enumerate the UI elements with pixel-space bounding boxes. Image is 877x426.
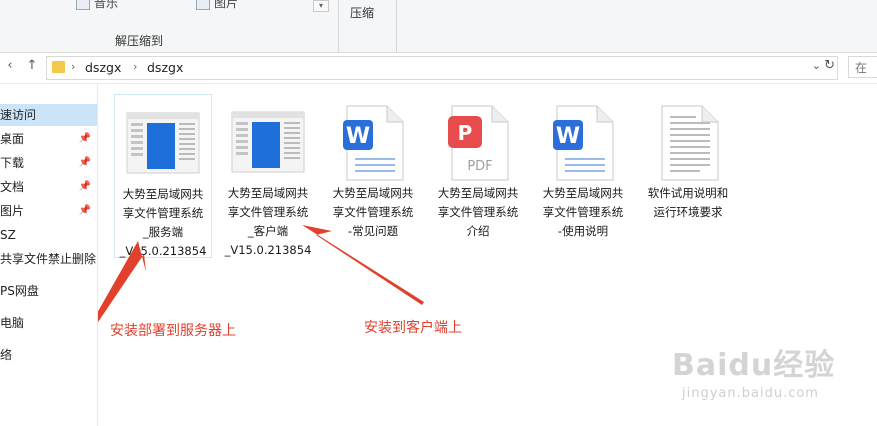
file-item-manual-doc[interactable]: W 大势至局域网共 享文件管理系统 -使用说明 (535, 94, 631, 238)
ribbon: 音乐 图片 ▾ 解压缩到 压缩 (0, 0, 877, 53)
sidebar-item-label: 桌面 (0, 132, 25, 146)
pictures-icon (196, 0, 210, 10)
word-document-icon: W (343, 105, 404, 181)
word-document-icon: W (553, 105, 614, 181)
sidebar-item-this-pc[interactable]: 电脑 (0, 312, 97, 334)
ribbon-item-music[interactable]: 音乐 (76, 0, 118, 11)
file-name-line: -常见问题 (347, 224, 399, 238)
file-name-line: 软件试用说明和 (647, 186, 729, 200)
sidebar-item-documents[interactable]: 文档 📌 (0, 176, 97, 198)
navigation-pane: 速访问 桌面 📌 下载 📌 文档 📌 图片 📌 SZ 共享文件禁止删除 PS网盘… (0, 84, 98, 426)
refresh-icon[interactable]: ↻ (824, 58, 835, 73)
sidebar-item-label: 共享文件禁止删除 (0, 252, 97, 266)
file-name-line: -使用说明 (557, 224, 609, 238)
ribbon-group-extract: 解压缩到 (115, 34, 164, 48)
file-item-intro-pdf[interactable]: P PDF 大势至局域网共 享文件管理系统 介绍 (430, 94, 526, 238)
file-name-line: 大势至局域网共 (122, 187, 204, 201)
up-arrow-icon[interactable]: ↑ (24, 58, 40, 73)
address-dropdown-icon[interactable]: ⌄ (812, 59, 821, 72)
ribbon-separator (396, 0, 397, 52)
application-icon (231, 111, 305, 173)
file-name: 软件试用说明和 运行环境要求 (640, 184, 736, 222)
pin-icon: 📌 (78, 133, 91, 144)
file-name-line: 大势至局域网共 (437, 186, 519, 200)
sidebar-item-downloads[interactable]: 下载 📌 (0, 152, 97, 174)
sidebar-item-label: 文档 (0, 180, 25, 194)
sidebar-item-quick-access[interactable]: 速访问 (0, 104, 97, 126)
address-bar[interactable]: › dszgx › dszgx ⌄ ↻ (46, 56, 838, 80)
file-name-line: _客户端 (247, 224, 289, 238)
watermark-logo: Baidu经验 (672, 348, 836, 383)
sidebar-item-label: 络 (0, 348, 13, 362)
file-item-requirements-txt[interactable]: 软件试用说明和 运行环境要求 (640, 94, 736, 224)
file-name: 大势至局域网共 享文件管理系统 _客户端 _V15.0.213854 (220, 184, 316, 260)
file-name: 大势至局域网共 享文件管理系统 介绍 (430, 184, 526, 241)
text-document-icon (661, 105, 719, 181)
file-name: 大势至局域网共 享文件管理系统 -使用说明 (535, 184, 631, 241)
ribbon-group-compress[interactable]: 压缩 (350, 4, 374, 21)
svg-text:W: W (346, 124, 370, 149)
file-name: 大势至局域网共 享文件管理系统 _服务端 _V15.0.213854 (115, 185, 211, 261)
back-chevron-icon[interactable]: ‹ (2, 58, 18, 73)
sidebar-item-sz[interactable]: SZ (0, 224, 97, 246)
sidebar-item-shared-folder[interactable]: 共享文件禁止删除 (0, 248, 97, 270)
breadcrumb-chevron-icon[interactable]: › (133, 60, 137, 73)
music-icon (76, 0, 90, 10)
navigation-bar: ‹ ↑ › dszgx › dszgx ⌄ ↻ 在 (0, 53, 877, 84)
folder-icon (52, 61, 65, 73)
sidebar-item-label: PS网盘 (0, 284, 39, 298)
sidebar-item-desktop[interactable]: 桌面 📌 (0, 128, 97, 150)
file-name: 大势至局域网共 享文件管理系统 -常见问题 (325, 184, 421, 241)
sidebar-item-label: 图片 (0, 204, 25, 218)
ribbon-separator (338, 0, 339, 52)
file-item-faq-doc[interactable]: W 大势至局域网共 享文件管理系统 -常见问题 (325, 94, 421, 238)
file-item-client-installer[interactable]: 大势至局域网共 享文件管理系统 _客户端 _V15.0.213854 (220, 94, 316, 257)
file-name-line: 享文件管理系统 (122, 206, 204, 220)
file-name-line: 享文件管理系统 (332, 205, 414, 219)
annotation-server-label: 安装部署到服务器上 (110, 323, 236, 339)
file-name-line: 大势至局域网共 (227, 186, 309, 200)
sidebar-item-label: SZ (0, 228, 16, 242)
sidebar-item-network[interactable]: 络 (0, 344, 97, 366)
file-name-line: 介绍 (466, 224, 490, 238)
sidebar-item-label: 速访问 (0, 108, 37, 122)
svg-text:PDF: PDF (467, 159, 492, 174)
svg-text:P: P (458, 121, 473, 145)
pin-icon: 📌 (78, 205, 91, 216)
file-name-line: 大势至局域网共 (542, 186, 624, 200)
file-name-line: _V15.0.213854 (224, 243, 312, 257)
file-item-server-installer[interactable]: 大势至局域网共 享文件管理系统 _服务端 _V15.0.213854 (114, 94, 212, 258)
ribbon-more-button[interactable]: ▾ (313, 0, 329, 12)
pin-icon: 📌 (78, 157, 91, 168)
pdf-document-icon: P PDF (448, 105, 509, 181)
sidebar-item-pictures[interactable]: 图片 📌 (0, 200, 97, 222)
ribbon-item-pictures-label: 图片 (214, 0, 239, 10)
sidebar-item-label: 电脑 (0, 316, 25, 330)
breadcrumb-item[interactable]: dszgx (85, 60, 121, 75)
file-name-line: 享文件管理系统 (437, 205, 519, 219)
sidebar-item-wps-drive[interactable]: PS网盘 (0, 280, 97, 302)
file-name-line: 大势至局域网共 (332, 186, 414, 200)
ribbon-item-music-label: 音乐 (94, 0, 119, 10)
ribbon-item-pictures[interactable]: 图片 (196, 0, 238, 11)
watermark-url: jingyan.baidu.com (682, 386, 819, 401)
file-name-line: 运行环境要求 (653, 205, 723, 219)
breadcrumb-item[interactable]: dszgx (147, 60, 183, 75)
pin-icon: 📌 (78, 181, 91, 192)
application-icon (126, 112, 200, 174)
sidebar-item-label: 下载 (0, 156, 25, 170)
file-name-line: _服务端 (142, 225, 184, 239)
svg-text:W: W (556, 124, 580, 149)
file-name-line: 享文件管理系统 (542, 205, 624, 219)
annotation-client-label: 安装到客户端上 (364, 320, 462, 336)
file-name-line: 享文件管理系统 (227, 205, 309, 219)
search-input[interactable]: 在 (848, 56, 877, 78)
breadcrumb-chevron-icon[interactable]: › (71, 60, 75, 73)
file-name-line: _V15.0.213854 (119, 244, 207, 258)
